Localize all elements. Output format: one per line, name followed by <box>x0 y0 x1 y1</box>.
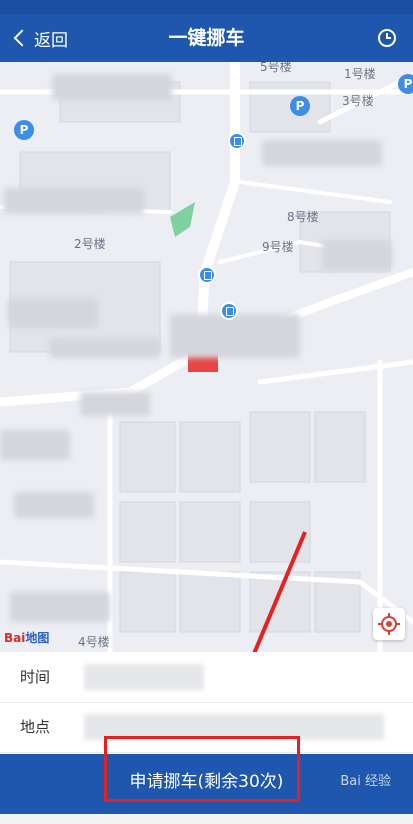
crosshair-icon <box>378 613 400 635</box>
baidu-logo-map-text: 地图 <box>25 631 50 645</box>
app-header: 返回 一键挪车 <box>0 14 413 62</box>
baidu-map-logo: Bai地图 <box>4 629 49 646</box>
page-title: 一键挪车 <box>168 27 245 49</box>
highlight-box <box>104 736 300 802</box>
arrow-annotation <box>252 531 307 652</box>
baidu-logo-text: Bai <box>4 631 26 645</box>
watermark: Bai 经验 <box>340 774 391 789</box>
location-label: 地点 <box>20 718 51 736</box>
status-bar <box>0 0 413 14</box>
time-value-redacted <box>84 664 204 690</box>
map-view[interactable]: 1号楼 3号楼 8号楼 9号楼 2号楼 4号楼 5号楼 P P P Bai地图 <box>0 62 413 652</box>
locate-button[interactable] <box>373 608 405 640</box>
clock-icon[interactable] <box>377 28 397 48</box>
time-row: 时间 <box>0 652 413 703</box>
system-nav-bar <box>0 814 413 824</box>
time-label: 时间 <box>20 668 51 686</box>
